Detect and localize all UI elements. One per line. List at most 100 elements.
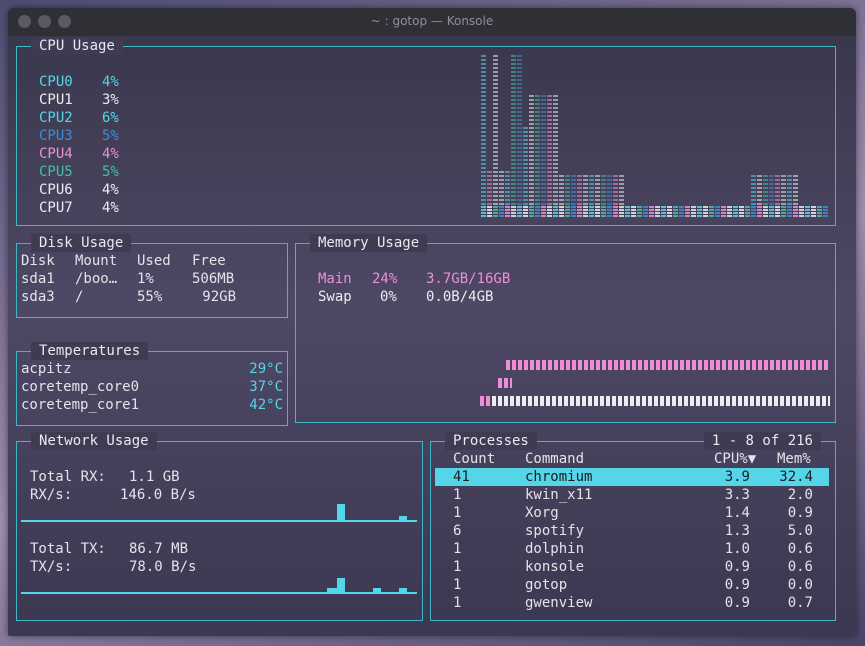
cpu-core-value: 3% (102, 92, 119, 108)
temp-name-core0: coretemp_core0 (21, 379, 140, 395)
cpu-graph-dot-column (589, 205, 594, 217)
terminal-area[interactable]: CPU Usage CPU0 4% CPU1 3% CPU2 6% CPU3 5% CPU4 4%… (8, 36, 856, 636)
cpu-graph-spike (583, 175, 588, 205)
proc-command[interactable]: gwenview (525, 594, 592, 612)
proc-count[interactable]: 41 (453, 468, 470, 486)
cpu-graph-dot-column (565, 205, 570, 217)
proc-command[interactable]: spotify (525, 522, 584, 540)
cpu-core-name: CPU5 (39, 164, 73, 180)
cpu-graph-spike (751, 175, 756, 205)
cpu-graph-dot-column (637, 205, 642, 217)
cpu-graph-dot-column (715, 205, 720, 217)
cpu-graph-dot-column (763, 205, 768, 217)
cpu-graph-dot-column (487, 205, 492, 217)
tx-sparkline-bar (337, 578, 345, 592)
proc-cpu[interactable]: 3.9 (714, 468, 750, 486)
proc-header-mem[interactable]: Mem% (777, 450, 811, 468)
proc-count[interactable]: 1 (453, 576, 461, 594)
cpu-graph-dot-column (817, 205, 822, 217)
cpu-graph-spike (619, 175, 624, 205)
processes-range: 1 - 8 of 216 (703, 432, 821, 450)
proc-header-count[interactable]: Count (453, 450, 495, 468)
memory-main-percent: 24% (372, 271, 398, 287)
cpu-graph-dot-column (781, 205, 786, 217)
proc-cpu[interactable]: 0.9 (714, 558, 750, 576)
proc-mem[interactable]: 0.0 (777, 576, 813, 594)
proc-mem[interactable]: 0.7 (777, 594, 813, 612)
net-rx-total-label: Total RX: (30, 469, 106, 485)
cpu-core-value: 4% (102, 74, 119, 90)
cpu-core-name: CPU3 (39, 128, 73, 144)
cpu-graph-dot-column (511, 205, 516, 217)
cpu-graph-dot-column (751, 205, 756, 217)
net-tx-total-label: Total TX: (30, 541, 106, 557)
cpu-graph-dot-column (661, 205, 666, 217)
cpu-graph-spike (505, 169, 510, 205)
cpu-graph-dot-column (697, 205, 702, 217)
proc-cpu[interactable]: 0.9 (714, 594, 750, 612)
proc-row-selected[interactable] (435, 468, 829, 486)
memory-graph-line (506, 360, 830, 370)
proc-mem[interactable]: 0.6 (777, 540, 813, 558)
proc-count[interactable]: 1 (453, 504, 461, 522)
disk-header-mount: Mount (75, 253, 118, 269)
disk-header-free: Free (192, 253, 226, 269)
proc-mem[interactable]: 32.4 (777, 468, 813, 486)
proc-count[interactable]: 1 (453, 486, 461, 504)
cpu-core-name: CPU1 (39, 92, 73, 108)
cpu-core-name: CPU0 (39, 74, 73, 90)
proc-count[interactable]: 1 (453, 594, 461, 612)
cpu-graph-dot-column (727, 205, 732, 217)
disk-row-1-used: 1% (137, 271, 154, 287)
cpu-graph-dot-column (493, 205, 498, 217)
cpu-graph-dot-column (793, 205, 798, 217)
cpu-graph-dot-column (709, 205, 714, 217)
proc-mem[interactable]: 5.0 (777, 522, 813, 540)
proc-count[interactable]: 1 (453, 558, 461, 576)
proc-count[interactable]: 6 (453, 522, 461, 540)
cpu-graph-dot-column (613, 205, 618, 217)
proc-mem[interactable]: 0.9 (777, 504, 813, 522)
proc-cpu[interactable]: 0.9 (714, 576, 750, 594)
net-tx-total-value: 86.7 MB (129, 541, 189, 557)
cpu-graph-dot-column (769, 205, 774, 217)
processes-title: Processes (445, 432, 537, 450)
cpu-graph-spike (493, 55, 498, 205)
cpu-graph-spike (613, 175, 618, 205)
cpu-graph-dot-column (823, 205, 828, 217)
proc-header-command[interactable]: Command (525, 450, 584, 468)
proc-command[interactable]: chromium (525, 468, 592, 486)
memory-swap-percent: 0% (380, 289, 397, 305)
proc-mem[interactable]: 2.0 (777, 486, 813, 504)
disk-usage-title: Disk Usage (31, 234, 132, 252)
proc-cpu[interactable]: 1.4 (714, 504, 750, 522)
cpu-core-value: 4% (102, 200, 119, 216)
proc-command[interactable]: dolphin (525, 540, 584, 558)
cpu-graph-spike (607, 175, 612, 205)
disk-row-2-disk: sda3 (21, 289, 55, 305)
cpu-graph-spike (787, 175, 792, 205)
cpu-graph-spike (487, 169, 492, 205)
proc-command[interactable]: Xorg (525, 504, 559, 522)
cpu-graph-dot-column (649, 205, 654, 217)
cpu-graph-spike (757, 175, 762, 205)
proc-header-cpu[interactable]: CPU%▼ (714, 450, 756, 468)
cpu-core-value: 4% (102, 182, 119, 198)
memory-graph (480, 360, 830, 416)
proc-command[interactable]: kwin_x11 (525, 486, 592, 504)
cpu-graph-spike (535, 95, 540, 205)
proc-count[interactable]: 1 (453, 540, 461, 558)
cpu-core-value: 5% (102, 164, 119, 180)
proc-cpu[interactable]: 3.3 (714, 486, 750, 504)
cpu-graph-dot-column (733, 205, 738, 217)
proc-command[interactable]: konsole (525, 558, 584, 576)
proc-cpu[interactable]: 1.3 (714, 522, 750, 540)
proc-command[interactable]: gotop (525, 576, 567, 594)
memory-swap-value: 0.0B/4GB (426, 289, 494, 305)
title-bar[interactable]: ~ : gotop — Konsole (8, 8, 856, 36)
cpu-graph-spike (781, 175, 786, 205)
memory-swap-label: Swap (318, 289, 352, 305)
proc-cpu[interactable]: 1.0 (714, 540, 750, 558)
proc-mem[interactable]: 0.6 (777, 558, 813, 576)
cpu-core-value: 6% (102, 110, 119, 126)
